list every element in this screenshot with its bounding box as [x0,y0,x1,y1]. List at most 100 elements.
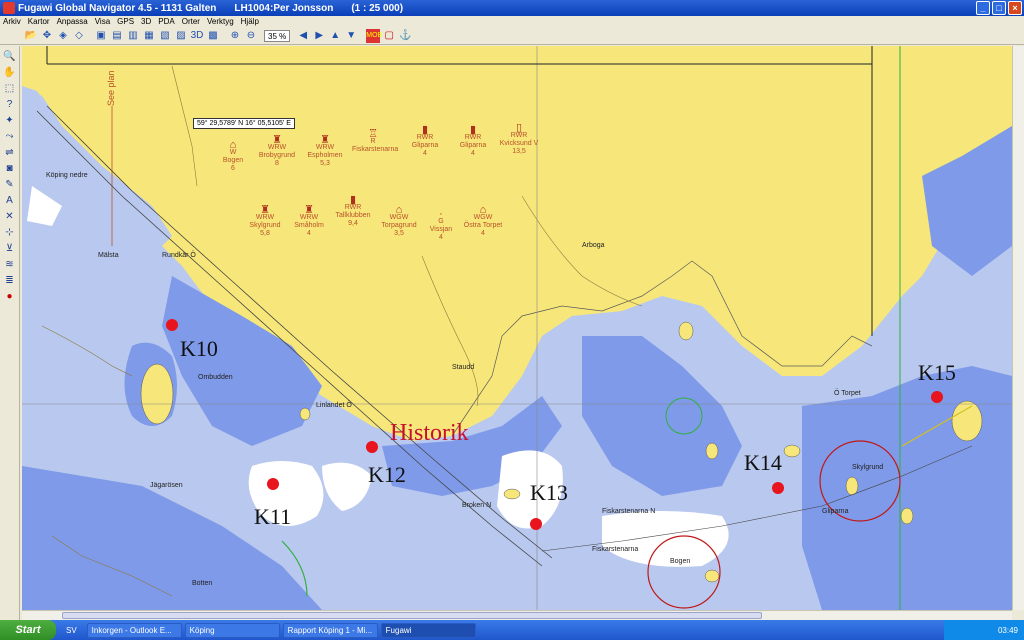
window-split-icon[interactable]: ▥ [126,29,140,43]
taskbar: Start SV Inkorgen - Outlook E... Köping … [0,620,1024,640]
arrow-left-icon[interactable]: ◀ [296,29,310,43]
light-smaholm: ♜ WRW Småholm 4 [294,204,324,238]
clock: 03:49 [997,625,1018,635]
layers-edit-icon[interactable]: ≣ [3,274,17,288]
vertical-scrollbar[interactable] [1012,46,1024,610]
layer-icon[interactable]: ◈ [56,29,70,43]
layer-add-icon[interactable]: ◇ [72,29,86,43]
window-icon[interactable]: ▣ [94,29,108,43]
zoom-in-icon[interactable]: ⊕ [228,29,242,43]
place-broken: Broken N [462,502,492,509]
menu-kartor[interactable]: Kartor [28,17,50,26]
place-malsta: Mälsta [98,252,119,259]
marker-k14[interactable] [772,482,784,494]
node-icon[interactable]: ⊹ [3,226,17,240]
window-cascade-icon[interactable]: ▨ [174,29,188,43]
marker-k11[interactable] [267,478,279,490]
3d-icon[interactable]: 3D [190,29,204,43]
marker-k13[interactable] [530,518,542,530]
place-koping-nedre: Köping nedre [46,172,88,179]
arrow-right-icon[interactable]: ▶ [312,29,326,43]
text-tool-icon[interactable]: A [3,194,17,208]
pen-icon[interactable]: ✎ [3,178,17,192]
magnifier-icon[interactable]: 🔍 [3,50,17,64]
menu-bar: Arkiv Kartor Anpassa Visa GPS 3D PDA Ort… [0,16,1024,27]
app-icon [3,2,15,14]
target-icon[interactable]: ● [3,290,17,304]
place-jagarosen: Jägarösen [150,482,183,489]
anchor-icon[interactable]: ⚓ [398,29,412,43]
menu-verktyg[interactable]: Verktyg [207,17,234,26]
help-icon[interactable]: ? [3,98,17,112]
menu-pda[interactable]: PDA [158,17,174,26]
light-gliparna-1: ▮ RWR Gliparna 4 [411,124,439,158]
label-historik: Historik [390,420,469,446]
arrow-down-icon[interactable]: ▼ [344,29,358,43]
water-shallow-4 [802,366,1012,610]
start-button[interactable]: Start [0,620,56,640]
island-2 [503,488,521,500]
light-espholmen: ♜ WRW Espholmen 5,3 [307,134,343,168]
minimize-button[interactable]: _ [976,1,990,15]
route-icon[interactable]: ⤳ [3,130,17,144]
hand-icon[interactable]: ✋ [3,66,17,80]
menu-anpassa[interactable]: Anpassa [57,17,88,26]
place-bogen: Bogen [670,558,691,565]
camera-icon[interactable]: ◙ [3,162,17,176]
menu-gps[interactable]: GPS [117,17,134,26]
left-toolbar: 🔍 ✋ ⬚ ? ✦ ⤳ ⇌ ◙ ✎ A ✕ ⊹ ⊻ ≋ ≣ ● [0,46,20,620]
window-title: Fugawi Global Navigator 4.5 - 1131 Galte… [18,2,217,14]
light-gliparna-2: ▮ RWR Gliparna 4 [459,124,487,158]
select-rect-icon[interactable]: ⬚ [3,82,17,96]
document-name: LH1004:Per Jonsson [234,2,334,14]
label-k13: K13 [530,480,568,505]
close-button[interactable]: × [1008,1,1022,15]
node-split-icon[interactable]: ⊻ [3,242,17,256]
island-9 [704,569,720,583]
zoom-out-icon[interactable]: ⊖ [244,29,258,43]
label-k12: K12 [368,462,406,487]
marker-k12[interactable] [366,441,378,453]
marker-k10[interactable] [166,319,178,331]
light-torpagrund: ⌂ WGW Torpagrund 3,5 [381,204,417,238]
window-red-icon[interactable]: ▤ [110,29,124,43]
menu-arkiv[interactable]: Arkiv [3,17,21,26]
task-rapport[interactable]: Rapport Köping 1 - Mi... [282,622,378,638]
language-indicator[interactable]: SV [66,626,77,635]
place-rundkar: Rundkär Ö [162,252,196,259]
horizontal-scroll-thumb[interactable] [62,612,762,619]
light-skylgrund: ♜ WRW Skylgrund 5,8 [249,204,281,238]
stop-icon[interactable]: ▢ [382,29,396,43]
arrow-up-icon[interactable]: ▲ [328,29,342,43]
place-staudd: Staudd [452,364,475,371]
menu-hjalp[interactable]: Hjälp [241,17,259,26]
island-6 [900,507,914,525]
light-bogen: ⌂ W Bogen 6 [222,139,244,173]
maximize-button[interactable]: □ [992,1,1006,15]
open-map-icon[interactable]: 📂 [24,29,38,43]
light-brobygrund: ♜ WRW Brobygrund 8 [258,134,296,168]
light-ostra-torpet: ⌂ WGW Östra Torpet 4 [463,204,503,238]
window-tile-icon[interactable]: ▦ [142,29,156,43]
chart-map[interactable]: 59° 29,5789' N 16° 05,5105' E See plan ⌂… [22,46,1012,610]
task-koping[interactable]: Köping [184,622,280,638]
mob-icon[interactable]: MOB [366,28,382,43]
island-10 [140,363,174,425]
zoom-select[interactable]: 35 % [264,29,291,42]
layers-icon[interactable]: ≋ [3,258,17,272]
marker-k15[interactable] [931,391,943,403]
task-outlook[interactable]: Inkorgen - Outlook E... [86,622,182,638]
track-icon[interactable]: ⇌ [3,146,17,160]
print-icon[interactable]: ▩ [206,29,220,43]
menu-visa[interactable]: Visa [95,17,110,26]
island-3 [299,407,311,421]
waypoint-icon[interactable]: ✦ [3,114,17,128]
task-fugawi[interactable]: Fugawi [380,622,476,638]
menu-3d[interactable]: 3D [141,17,151,26]
horizontal-scrollbar[interactable] [22,610,1012,620]
label-k14: K14 [744,450,782,475]
window-stack-icon[interactable]: ▧ [158,29,172,43]
measure-icon[interactable]: ✕ [3,210,17,224]
pan-icon[interactable]: ✥ [40,29,54,43]
menu-orter[interactable]: Orter [182,17,200,26]
